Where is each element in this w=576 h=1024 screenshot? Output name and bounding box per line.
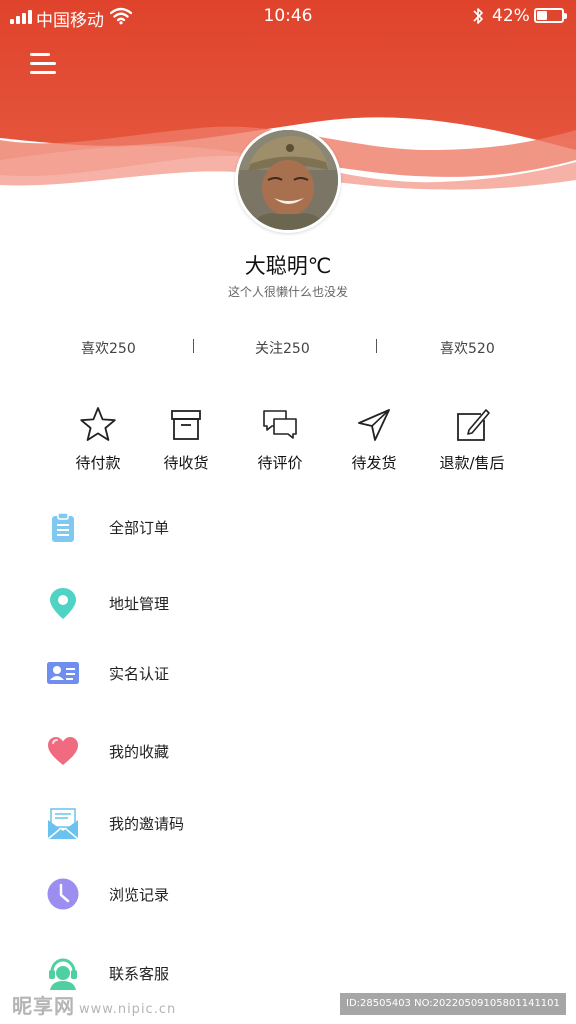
menu-item-all-orders[interactable]: 全部订单: [0, 502, 576, 550]
avatar-photo: [238, 130, 338, 230]
menu-item-address[interactable]: 地址管理: [0, 578, 576, 626]
menu-item-label: 我的邀请码: [109, 815, 185, 833]
menu-item-identity-verification[interactable]: 实名认证: [0, 648, 576, 696]
star-icon: [80, 407, 116, 441]
headset-icon: [49, 958, 77, 990]
menu-item-label: 浏览记录: [109, 886, 170, 904]
stats-divider: [376, 339, 377, 353]
stat-likes[interactable]: 喜欢250: [81, 338, 136, 358]
menu-item-customer-service[interactable]: 联系客服: [0, 948, 576, 996]
menu-item-favorites[interactable]: 我的收藏: [0, 726, 576, 774]
order-pending-review-button[interactable]: 待评价: [230, 400, 330, 476]
menu-item-history[interactable]: 浏览记录: [0, 869, 576, 917]
battery-icon: [534, 8, 567, 23]
clipboard-icon: [52, 512, 74, 542]
order-shortcuts: 待付款 待收货 待评价 待发货 退款/售后: [0, 400, 576, 480]
heart-icon: [48, 737, 78, 765]
order-label: 待发货: [351, 454, 397, 472]
order-pending-receipt-button[interactable]: 待收货: [136, 400, 236, 476]
order-label: 待收货: [163, 454, 209, 472]
order-label: 退款/售后: [439, 454, 505, 472]
menu-item-label: 全部订单: [109, 519, 170, 537]
watermark-id-bar: ID:28505403 NO:20220509105801141101: [340, 993, 566, 1015]
clock-icon: [47, 878, 79, 910]
user-bio: 这个人很懒什么也没发: [227, 285, 348, 299]
menu-item-label: 联系客服: [109, 965, 170, 983]
status-bar: 中国移动 10:46 42%: [0, 0, 576, 34]
chat-bubbles-icon: [263, 410, 297, 439]
hamburger-menu-icon[interactable]: [30, 53, 56, 75]
id-card-icon: [47, 662, 79, 684]
order-pending-payment-button[interactable]: 待付款: [48, 400, 148, 476]
battery-percent: 42%: [492, 6, 530, 26]
menu-item-label: 实名认证: [109, 665, 170, 683]
stats-row: 喜欢250 关注250 喜欢520: [0, 338, 576, 358]
order-label: 待评价: [257, 454, 303, 472]
stats-divider: [193, 339, 194, 353]
envelope-icon: [47, 808, 79, 840]
bluetooth-icon: [473, 8, 483, 24]
watermark-logo-text: 昵享网: [12, 994, 75, 1018]
paper-plane-icon: [358, 409, 390, 441]
order-pending-shipment-button[interactable]: 待发货: [324, 400, 424, 476]
box-icon: [171, 410, 201, 440]
edit-icon: [457, 409, 490, 441]
avatar[interactable]: [235, 127, 341, 233]
menu-item-label: 我的收藏: [109, 743, 170, 761]
order-label: 待付款: [75, 454, 121, 472]
status-time: 10:46: [263, 6, 313, 26]
stat-liked[interactable]: 喜欢520: [440, 338, 495, 358]
menu-item-invite-code[interactable]: 我的邀请码: [0, 798, 576, 846]
watermark-url: www.nipic.cn: [79, 1002, 177, 1017]
stat-following[interactable]: 关注250: [255, 338, 310, 358]
watermark-logo: 昵享网 www.nipic.cn: [12, 990, 176, 1019]
username: 大聪明℃: [244, 254, 332, 278]
location-pin-icon: [50, 588, 76, 619]
battery-fill: [537, 11, 547, 20]
order-refund-aftersale-button[interactable]: 退款/售后: [422, 400, 522, 476]
menu-item-label: 地址管理: [109, 595, 170, 613]
